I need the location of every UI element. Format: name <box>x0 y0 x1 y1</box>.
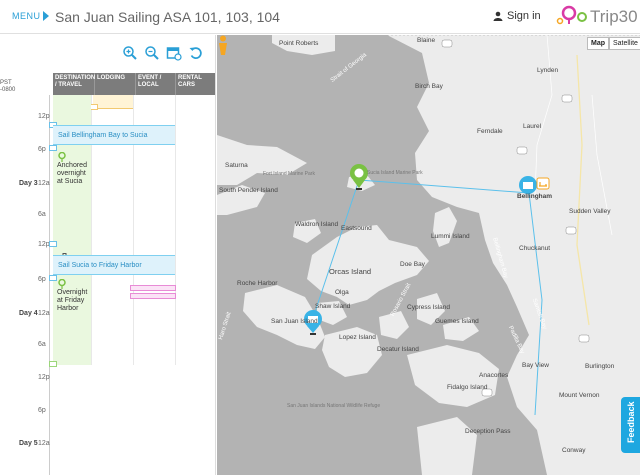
map-place-label: Birch Bay <box>415 83 443 90</box>
stay-note[interactable]: Overnight at Friday Harbor <box>57 289 91 313</box>
col-destination: DESTINATION / TRAVEL <box>53 73 95 95</box>
menu-button[interactable]: MENU <box>12 11 49 21</box>
lodging-block[interactable] <box>93 95 133 109</box>
itinerary-sidebar: PST -0800 DESTINATION / TRAVEL LODGING E… <box>0 35 216 475</box>
sail-segment[interactable]: Sail Bellingham Bay to Sucia <box>53 125 175 145</box>
map-place-label: Orcas Island <box>329 267 372 276</box>
map-place-label: Burlington <box>585 363 615 370</box>
map-place-label: Laurel <box>523 123 542 130</box>
tick-label: 6p <box>38 407 46 414</box>
map-place-label: Ferndale <box>477 128 503 135</box>
tick-label: 6p <box>38 146 46 153</box>
tick-label: 12p <box>38 241 50 248</box>
timezone-label: PST -0800 <box>0 80 16 93</box>
map-canvas <box>217 35 640 475</box>
tick-label: 12a <box>38 180 50 187</box>
feedback-label: Feedback <box>626 401 636 443</box>
map-place-label: Cypress Island <box>407 304 450 311</box>
map-place-label: San Juan Island <box>271 318 318 325</box>
map-place-label: Guemes Island <box>435 318 479 325</box>
segment-end-marker <box>49 275 57 281</box>
zoom-in-icon[interactable] <box>122 45 138 61</box>
map-type-satellite[interactable]: Satellite <box>609 37 640 50</box>
location-pin-icon <box>58 279 66 289</box>
tick-label: 12a <box>38 310 50 317</box>
map-place-label: Decatur Island <box>377 346 419 353</box>
col-event: EVENT / LOCAL <box>136 73 176 95</box>
day-label: Day 4 <box>19 310 38 317</box>
map-place-label: Bellingham <box>517 193 553 200</box>
lodging-marker <box>90 104 98 110</box>
tick-label: 6p <box>38 276 46 283</box>
tick-label: 6a <box>38 341 46 348</box>
tick-label: 12p <box>38 113 50 120</box>
map-place-label: Chuckanut <box>519 245 551 252</box>
street-view-pegman-icon[interactable] <box>217 35 229 55</box>
menu-label: MENU <box>12 11 41 21</box>
map-place-label: Lopez Island <box>339 334 376 341</box>
tick-label: 12a <box>38 440 50 447</box>
map-place-label: Waldron Island <box>295 221 339 228</box>
grid-line <box>175 95 176 365</box>
timeline-axis <box>49 95 50 475</box>
undo-icon[interactable] <box>188 45 204 61</box>
map-type-toggle: Map Satellite <box>587 37 640 50</box>
col-lodging: LODGING <box>95 73 136 95</box>
map-view[interactable]: Point Roberts Blaine Strait of Georgia L… <box>217 35 640 475</box>
signin-label: Sign in <box>507 10 541 22</box>
map-place-label: Olga <box>335 289 349 296</box>
map-place-label: Doe Bay <box>400 261 425 268</box>
map-place-label: Lynden <box>537 67 559 74</box>
map-place-label: San Juan Islands National Wildlife Refug… <box>287 403 381 409</box>
timeline-toolbar <box>122 45 204 61</box>
calendar-settings-icon[interactable] <box>166 45 182 61</box>
map-place-label: Blaine <box>417 37 436 44</box>
signin-button[interactable]: Sign in <box>493 10 541 22</box>
map-place-label: Conway <box>562 447 586 454</box>
event-block[interactable] <box>130 285 176 291</box>
app-header: MENU San Juan Sailing ASA 101, 103, 104 … <box>0 0 640 34</box>
map-place-label: South Pender Island <box>219 187 278 194</box>
map-place-label: Saturna <box>225 162 248 169</box>
map-place-label: Anacortes <box>479 372 509 379</box>
column-headers: DESTINATION / TRAVEL LODGING EVENT / LOC… <box>53 73 215 95</box>
destination-end-marker <box>49 361 57 367</box>
segment-end-marker <box>49 145 57 151</box>
location-pin-icon <box>58 152 66 162</box>
map-place-label: Point Roberts <box>279 40 319 47</box>
map-place-label: Sucia Island Marine Park <box>367 170 423 176</box>
map-place-label: Shaw Island <box>315 303 351 310</box>
map-type-map[interactable]: Map <box>587 37 609 50</box>
map-place-label: Mount Vernon <box>559 392 600 399</box>
stay-note[interactable]: Anchored overnight at Sucia <box>57 162 91 186</box>
tick-label: 12p <box>38 374 50 381</box>
map-place-label: Fidalgo Island <box>447 384 488 391</box>
day-label: Day 5 <box>19 440 38 447</box>
chevron-right-icon <box>42 11 49 21</box>
day-label: Day 3 <box>19 180 38 187</box>
user-icon <box>493 11 503 21</box>
feedback-button[interactable]: Feedback <box>621 397 640 453</box>
map-place-label: Sudden Valley <box>569 208 611 215</box>
map-place-label: Lummi Island <box>431 233 470 240</box>
map-place-label: Bay View <box>522 362 549 369</box>
map-place-label: Eastsound <box>341 225 372 232</box>
map-place-label: Deception Pass <box>465 428 511 435</box>
tick-label: 6a <box>38 211 46 218</box>
sail-segment[interactable]: Sail Sucia to Friday Harbor <box>53 255 175 275</box>
logo-text: Trip30 <box>590 7 638 26</box>
map-place-label: Fort Island Marine Park <box>263 171 315 177</box>
segment-start-marker <box>49 241 57 247</box>
col-rental: RENTAL CARS <box>178 75 202 88</box>
zoom-out-icon[interactable] <box>144 45 160 61</box>
map-place-label: Roche Harbor <box>237 280 278 287</box>
trip-title: San Juan Sailing ASA 101, 103, 104 <box>55 9 280 25</box>
event-block[interactable] <box>130 293 176 299</box>
